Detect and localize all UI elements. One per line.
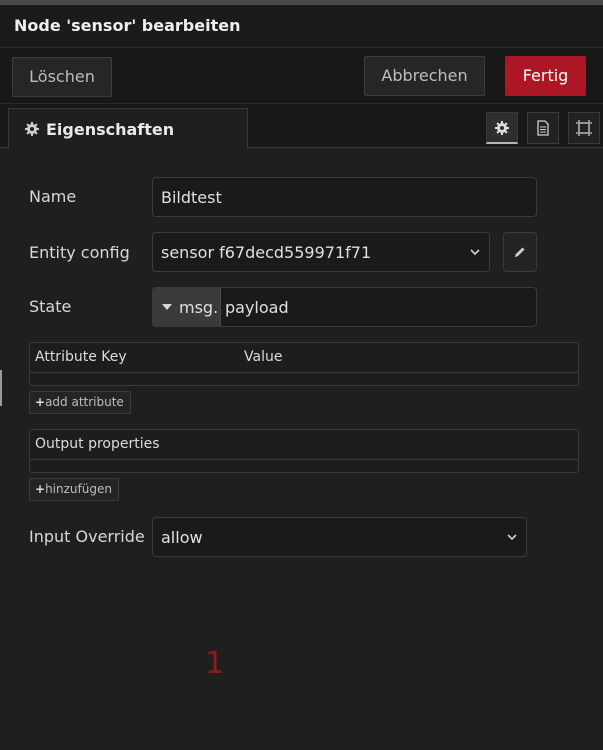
gear-icon	[495, 120, 509, 135]
document-icon	[537, 120, 549, 136]
attribute-value-column: Value	[244, 349, 283, 365]
state-type-selector[interactable]: msg.	[153, 288, 221, 326]
appearance-tab-button[interactable]	[568, 112, 600, 144]
plus-icon: +	[35, 482, 46, 496]
done-button[interactable]: Fertig	[505, 56, 586, 96]
state-value[interactable]: payload	[225, 298, 289, 317]
scroll-marker	[0, 370, 2, 406]
name-input-value: Bildtest	[161, 188, 222, 207]
settings-tab-button[interactable]	[486, 112, 518, 144]
attributes-list: Attribute Key Value	[29, 342, 579, 386]
attributes-header: Attribute Key Value	[30, 343, 578, 373]
name-input[interactable]: Bildtest	[152, 177, 537, 217]
add-attribute-label: add attribute	[45, 395, 124, 409]
annotation-number: 1	[205, 646, 225, 681]
add-attribute-button[interactable]: +add attribute	[29, 391, 131, 414]
tab-properties-label: Eigenschaften	[46, 120, 175, 139]
dialog-header: Node 'sensor' bearbeiten	[0, 5, 603, 48]
dialog-title: Node 'sensor' bearbeiten	[14, 16, 241, 35]
caret-down-icon	[162, 304, 172, 310]
description-tab-button[interactable]	[527, 112, 559, 144]
state-typed-input[interactable]: msg. payload	[152, 287, 537, 327]
input-override-label: Input Override	[29, 527, 145, 546]
add-output-property-label: hinzufügen	[45, 482, 112, 496]
gear-icon	[25, 122, 39, 136]
delete-button[interactable]: Löschen	[12, 57, 112, 97]
output-properties-list: Output properties	[29, 429, 579, 473]
add-output-property-button[interactable]: +hinzufügen	[29, 478, 119, 501]
entity-config-label: Entity config	[29, 243, 130, 262]
frame-icon	[576, 120, 592, 136]
output-properties-header: Output properties	[30, 430, 578, 460]
chevron-down-icon	[507, 534, 517, 541]
state-type-prefix: msg.	[179, 298, 219, 317]
tab-bar: Eigenschaften	[0, 104, 603, 149]
tab-properties[interactable]: Eigenschaften	[8, 108, 248, 149]
cancel-button[interactable]: Abbrechen	[364, 56, 485, 96]
state-label: State	[29, 297, 72, 316]
output-properties-title: Output properties	[35, 436, 160, 452]
action-bar: Löschen Abbrechen Fertig	[0, 48, 603, 104]
pencil-icon	[515, 247, 525, 257]
chevron-down-icon	[470, 249, 480, 256]
input-override-value: allow	[161, 528, 203, 547]
name-label: Name	[29, 187, 77, 206]
input-override-select[interactable]: allow	[152, 517, 527, 557]
entity-config-value: sensor f67decd559971f71	[161, 243, 372, 262]
plus-icon: +	[35, 395, 46, 409]
edit-entity-config-button[interactable]	[503, 232, 537, 272]
entity-config-select[interactable]: sensor f67decd559971f71	[152, 232, 490, 272]
attribute-key-column: Attribute Key	[35, 349, 127, 365]
